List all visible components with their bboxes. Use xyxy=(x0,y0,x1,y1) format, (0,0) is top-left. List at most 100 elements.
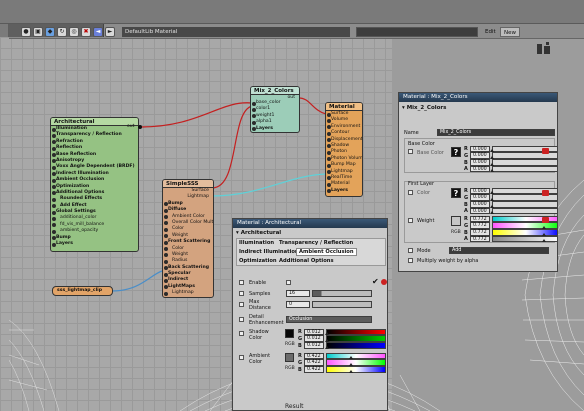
port-dot-icon[interactable] xyxy=(164,221,168,226)
color-texture-icon[interactable]: ? xyxy=(451,188,461,198)
channel-slider[interactable] xyxy=(326,359,386,366)
port-dot-icon[interactable] xyxy=(164,253,168,258)
channel-value-field[interactable]: 0.000 xyxy=(470,194,490,201)
channel-slider[interactable] xyxy=(492,229,557,236)
channel-value-field[interactable]: 0.000 xyxy=(470,207,490,215)
port-dot-icon[interactable] xyxy=(327,118,331,123)
multiply-weight-by-alpha-checkbox[interactable] xyxy=(408,258,413,263)
port-dot-icon[interactable] xyxy=(52,185,56,190)
animate-checkbox[interactable] xyxy=(239,280,244,285)
channel-value-field[interactable]: 0.772 xyxy=(470,215,490,222)
port-dot-icon[interactable] xyxy=(327,182,331,187)
channel-slider[interactable] xyxy=(326,366,386,373)
name-field[interactable]: Mix_2_Colors xyxy=(437,129,555,136)
channel-slider[interactable] xyxy=(326,335,386,342)
channel-value-field[interactable]: 0.772 xyxy=(470,222,490,229)
channel-value-field[interactable]: 0.000 xyxy=(470,165,490,173)
section-architectural[interactable]: ▾ Architectural xyxy=(236,230,281,236)
arch-port-row[interactable]: Layers xyxy=(51,241,138,247)
port-dot-icon[interactable] xyxy=(252,101,256,106)
enable-checkbox[interactable] xyxy=(286,280,291,285)
architectural-out-port[interactable] xyxy=(138,125,142,129)
port-dot-icon[interactable] xyxy=(52,165,56,170)
animate-checkbox[interactable] xyxy=(408,218,413,223)
port-dot-icon[interactable] xyxy=(52,127,56,132)
port-dot-icon[interactable] xyxy=(52,204,56,209)
port-dot-icon[interactable] xyxy=(52,146,56,151)
channel-slider[interactable] xyxy=(492,235,557,243)
channel-value-field[interactable]: 0.000 xyxy=(470,187,490,194)
tab-indirect-illumination[interactable]: Indirect Illumination xyxy=(239,249,299,255)
port-dot-icon[interactable] xyxy=(327,170,331,175)
port-dot-icon[interactable] xyxy=(164,259,168,264)
animate-checkbox[interactable] xyxy=(408,149,413,154)
detail-enhancement-dropdown[interactable]: Occlusion xyxy=(286,316,372,323)
animate-checkbox[interactable] xyxy=(239,291,244,296)
base-color-texture-icon[interactable]: ? xyxy=(451,147,461,157)
port-dot-icon[interactable] xyxy=(164,272,168,277)
shadow-color-swatch[interactable] xyxy=(285,329,294,338)
channel-slider[interactable] xyxy=(492,159,557,166)
port-dot-icon[interactable] xyxy=(52,197,56,202)
channel-value-field[interactable]: 0.012 xyxy=(304,342,324,349)
channel-value-field[interactable]: 0.422 xyxy=(304,359,324,366)
channel-value-field[interactable]: 0.772 xyxy=(470,229,490,236)
color-connect-icon[interactable] xyxy=(542,190,549,196)
port-dot-icon[interactable] xyxy=(52,210,56,215)
port-dot-icon[interactable] xyxy=(164,227,168,232)
mat-port-row[interactable]: Layers xyxy=(326,188,362,194)
mix-port-row[interactable]: Layers xyxy=(251,126,299,132)
slider-thumb-icon[interactable] xyxy=(349,369,354,373)
slider-thumb-icon[interactable] xyxy=(490,169,494,173)
port-dot-icon[interactable] xyxy=(252,120,256,125)
slider-thumb-icon[interactable] xyxy=(490,211,494,215)
tab-transparency-reflection[interactable]: Transparency / Reflection xyxy=(279,240,353,246)
port-dot-icon[interactable] xyxy=(252,107,256,112)
simplesss-node[interactable]: SimpleSSS Surface Lightmap Bump Diffuse Am… xyxy=(162,179,214,298)
port-dot-icon[interactable] xyxy=(164,215,168,220)
port-dot-icon[interactable] xyxy=(327,150,331,155)
port-dot-icon[interactable] xyxy=(327,131,331,136)
channel-slider[interactable] xyxy=(492,207,557,215)
channel-slider[interactable] xyxy=(326,342,386,349)
mix-2-colors-node[interactable]: Mix_2_Colors out base_color color1 weight1… xyxy=(250,86,300,133)
channel-slider[interactable] xyxy=(492,165,557,173)
port-dot-icon[interactable] xyxy=(52,178,56,183)
base-color-connect-icon[interactable] xyxy=(542,148,549,154)
ambient-color-swatch[interactable] xyxy=(285,353,294,362)
mode-dropdown[interactable]: Add xyxy=(449,247,549,254)
animate-checkbox[interactable] xyxy=(239,302,244,307)
port-dot-icon[interactable] xyxy=(52,216,56,221)
samples-slider[interactable] xyxy=(312,290,372,297)
channel-slider[interactable] xyxy=(326,352,386,359)
channel-slider[interactable] xyxy=(326,328,386,335)
sss-lightmap-clip-node[interactable]: sss_lightmap_clip xyxy=(52,286,113,296)
max-distance-field[interactable]: 0 xyxy=(286,301,310,308)
channel-value-field[interactable]: 0.000 xyxy=(470,159,490,166)
material-node[interactable]: Material Surface Volume Environment Contour… xyxy=(325,102,363,197)
channel-value-field[interactable]: 0.000 xyxy=(470,152,490,159)
channel-value-field[interactable]: 0.012 xyxy=(304,328,324,335)
channel-value-field[interactable]: 0.000 xyxy=(470,201,490,208)
port-dot-icon[interactable] xyxy=(164,278,168,283)
tab-additional-options[interactable]: Additional Options xyxy=(279,258,334,264)
channel-value-field[interactable]: 0.012 xyxy=(304,335,324,342)
tab-ambient-occlusion[interactable]: Ambient Occlusion xyxy=(296,248,357,256)
tab-optimization[interactable]: Optimization xyxy=(239,258,277,264)
port-dot-icon[interactable] xyxy=(52,223,56,228)
port-dot-icon[interactable] xyxy=(164,291,168,296)
channel-value-field[interactable]: 0.422 xyxy=(304,366,324,373)
animate-checkbox[interactable] xyxy=(239,331,244,336)
channel-value-field[interactable]: 0.772 xyxy=(470,235,490,243)
section-mix-2-colors[interactable]: ▾ Mix_2_Colors xyxy=(402,105,446,111)
channel-value-field[interactable]: 0.000 xyxy=(470,145,490,152)
channel-slider[interactable] xyxy=(492,222,557,229)
port-dot-icon[interactable] xyxy=(164,240,168,245)
tab-illumination[interactable]: Illumination xyxy=(239,240,274,246)
animate-checkbox[interactable] xyxy=(408,248,413,253)
slider-thumb-icon[interactable] xyxy=(324,345,329,349)
weight-color-swatch[interactable] xyxy=(451,216,461,226)
port-dot-icon[interactable] xyxy=(327,112,331,117)
port-dot-icon[interactable] xyxy=(327,163,331,168)
connect-icon[interactable] xyxy=(381,279,387,285)
